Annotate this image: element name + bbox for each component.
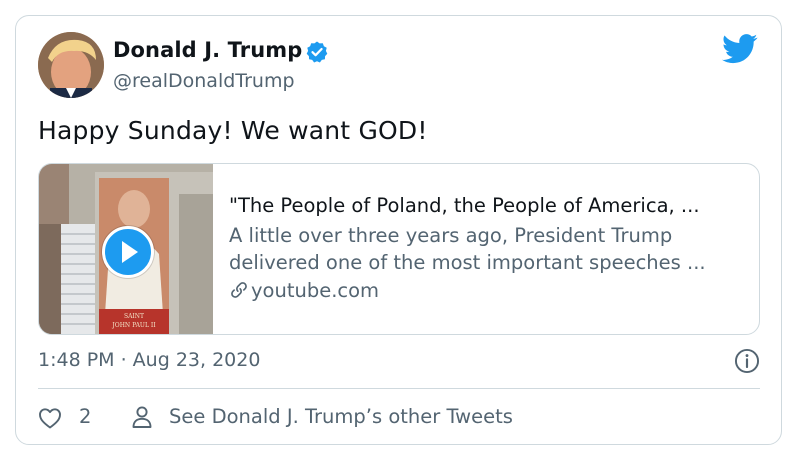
- svg-text:SAINT: SAINT: [124, 313, 144, 320]
- tweet-timestamp[interactable]: 1:48 PM · Aug 23, 2020: [38, 349, 260, 371]
- play-icon[interactable]: [102, 226, 154, 278]
- like-button[interactable]: 2: [38, 405, 98, 431]
- link-card-description-line: A little over three years ago, President…: [229, 224, 673, 247]
- like-count: 2: [79, 405, 92, 428]
- divider: [38, 388, 760, 389]
- person-icon: [132, 406, 152, 428]
- twitter-bird-icon[interactable]: [722, 34, 758, 64]
- video-thumbnail[interactable]: SAINT JOHN PAUL II: [39, 164, 213, 334]
- info-icon[interactable]: [734, 348, 760, 374]
- tweet-text: Happy Sunday! We want GOD!: [38, 116, 428, 145]
- heart-icon: [39, 408, 61, 429]
- author-handle[interactable]: @realDonaldTrump: [113, 70, 295, 92]
- author-name[interactable]: Donald J. Trump: [113, 38, 302, 62]
- svg-text:JOHN PAUL II: JOHN PAUL II: [111, 322, 156, 329]
- link-icon: [231, 282, 247, 298]
- verified-badge-icon: [306, 41, 328, 63]
- see-more-tweets-link[interactable]: See Donald J. Trump’s other Tweets: [131, 405, 551, 431]
- link-card-domain-text: youtube.com: [251, 279, 380, 302]
- see-more-label: See Donald J. Trump’s other Tweets: [169, 405, 513, 428]
- link-card-domain: youtube.com: [229, 279, 379, 302]
- link-preview-card[interactable]: SAINT JOHN PAUL II "The People of Poland…: [38, 163, 760, 335]
- link-card-description-line: delivered one of the most important spee…: [229, 251, 706, 274]
- link-card-title: "The People of Poland, the People of Ame…: [229, 194, 700, 217]
- link-card-description: A little over three years ago, President…: [229, 222, 749, 276]
- tweet-embed-card: Donald J. Trump @realDonaldTrump Happy S…: [15, 15, 782, 445]
- avatar[interactable]: [38, 32, 104, 98]
